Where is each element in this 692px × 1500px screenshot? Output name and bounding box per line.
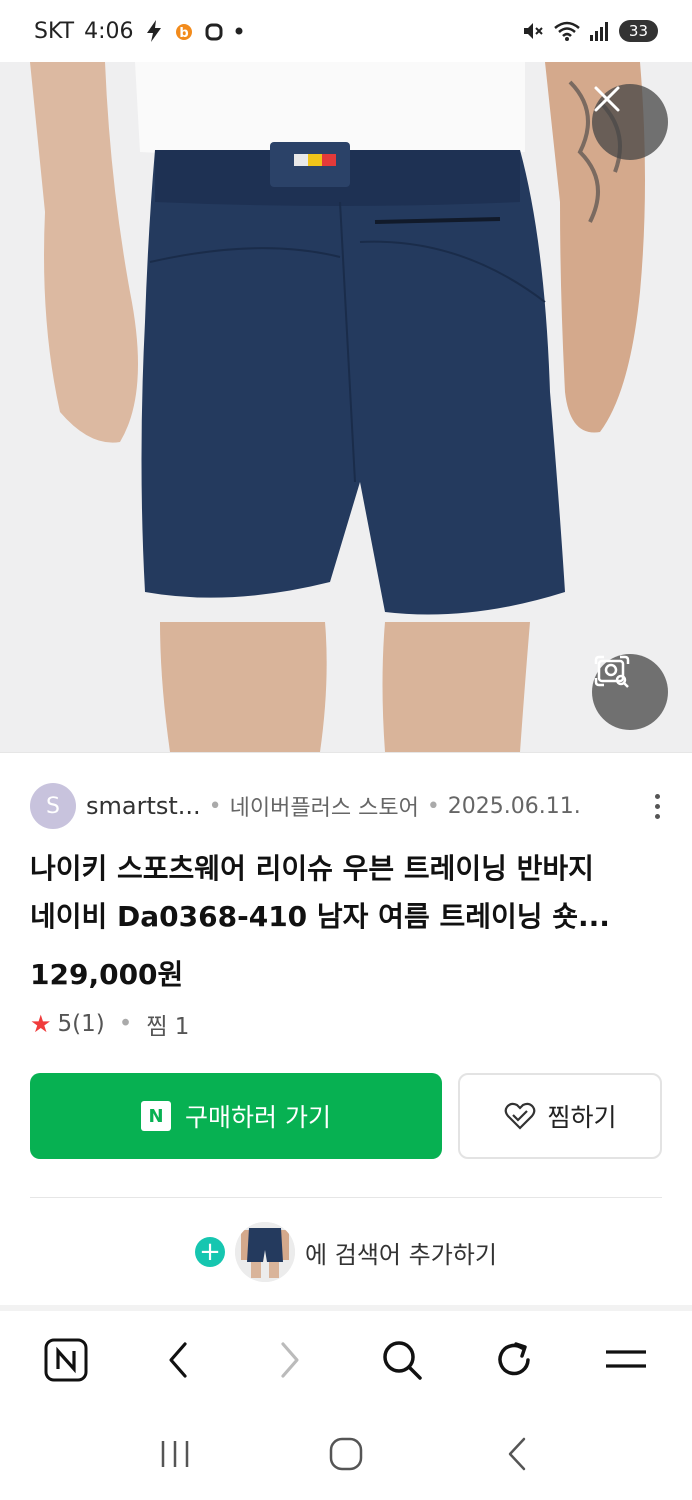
product-image[interactable]: [0, 62, 692, 752]
add-search-label: 에 검색어 추가하기: [305, 1240, 497, 1269]
product-title-line-1: 나이키 스포츠웨어 리이슈 우븐 트레이닝 반바지: [30, 852, 594, 885]
system-back-icon: [508, 1437, 525, 1471]
home-icon: [329, 1437, 363, 1471]
refresh-icon: [498, 1342, 530, 1376]
add-search-term-button[interactable]: + 에 검색어 추가하기: [0, 1219, 692, 1285]
store-avatar[interactable]: S: [30, 783, 76, 829]
naver-n-icon: N: [141, 1101, 172, 1131]
close-icon: [594, 86, 620, 112]
rating-row: ★ 5(1) • 찜 1: [30, 1007, 189, 1041]
refresh-button[interactable]: [474, 1320, 554, 1400]
forward-icon: [281, 1342, 299, 1378]
more-options-button[interactable]: [645, 790, 670, 823]
wish-count: 찜 1: [146, 1014, 190, 1040]
rating-value: 5(1): [57, 1011, 105, 1037]
separator-dot: •: [208, 793, 222, 819]
mute-icon: [521, 19, 545, 43]
heart-icon: [505, 1102, 536, 1130]
section-separator: [0, 1305, 692, 1311]
system-back-button[interactable]: [477, 1414, 557, 1494]
shorts-photo: [0, 62, 692, 752]
recent-apps-button[interactable]: [135, 1414, 215, 1494]
buy-button[interactable]: N 구매하러 가기: [30, 1073, 442, 1159]
carrier-label: SKT: [34, 18, 75, 44]
menu-button[interactable]: [586, 1320, 666, 1400]
recent-apps-icon: [162, 1441, 189, 1467]
system-navigation-bar: [0, 1408, 692, 1500]
store-name[interactable]: smartst...: [86, 792, 201, 820]
charging-bolt-icon: [144, 19, 164, 43]
source-row: S smartst... • 네이버플러스 스토어 • 2025.06.11.: [30, 783, 670, 829]
more-vertical-icon: [655, 793, 660, 799]
naver-home-icon: [44, 1338, 88, 1382]
clock: 4:06: [84, 18, 134, 44]
product-thumbnail: [235, 1222, 296, 1282]
forward-button[interactable]: [250, 1320, 330, 1400]
image-search-icon: [594, 655, 630, 688]
search-icon: [383, 1341, 422, 1380]
naver-home-button[interactable]: [26, 1320, 106, 1400]
status-bar: SKT 4:06 b 33: [0, 0, 692, 62]
divider: [30, 1197, 662, 1198]
signal-icon: [589, 20, 611, 42]
status-left: SKT 4:06 b: [34, 19, 244, 44]
svg-text:b: b: [179, 26, 188, 41]
search-button[interactable]: [362, 1320, 442, 1400]
product-title[interactable]: 나이키 스포츠웨어 리이슈 우븐 트레이닝 반바지 네이비 Da0368-410…: [30, 845, 670, 941]
app-notification-icon-2: [204, 20, 224, 42]
product-title-line-2: 네이비 Da0368-410 남자 여름 트레이닝 숏...: [30, 900, 610, 933]
more-notifications-dot-icon: [234, 26, 244, 36]
separator-dot: •: [118, 1011, 133, 1037]
post-date: 2025.06.11.: [447, 793, 581, 819]
wish-button[interactable]: 찜하기: [458, 1073, 662, 1159]
close-button[interactable]: [592, 84, 668, 160]
separator-dot: •: [426, 793, 440, 819]
product-info: S smartst... • 네이버플러스 스토어 • 2025.06.11. …: [0, 752, 692, 1311]
product-price: 129,000원: [30, 958, 184, 991]
buy-button-label: 구매하러 가기: [185, 1103, 331, 1132]
back-button[interactable]: [138, 1320, 218, 1400]
wifi-icon: [553, 19, 581, 43]
back-icon: [169, 1342, 187, 1378]
home-button[interactable]: [306, 1414, 386, 1494]
wish-button-label: 찜하기: [547, 1103, 617, 1132]
browser-toolbar: [0, 1312, 692, 1408]
battery-indicator: 33: [618, 20, 658, 42]
menu-icon: [606, 1350, 646, 1368]
plus-icon: +: [195, 1237, 226, 1267]
app-notification-icon: b: [174, 20, 194, 42]
image-search-button[interactable]: [592, 654, 668, 730]
star-icon: ★: [30, 1010, 52, 1038]
status-right: 33: [521, 19, 658, 43]
store-label: 네이버플러스 스토어: [229, 796, 419, 821]
